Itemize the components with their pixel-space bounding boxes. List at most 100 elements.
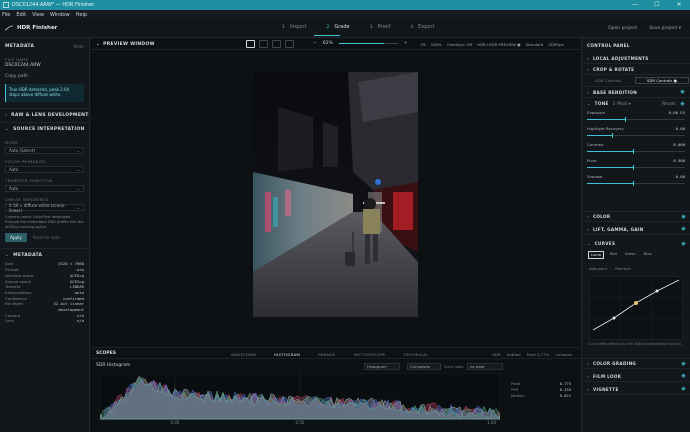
histogram-panel: SDR Histogram Histogram Composite Scale … <box>91 359 581 432</box>
slider-handle[interactable] <box>633 149 635 154</box>
curve-point[interactable] <box>655 289 659 293</box>
color-section[interactable]: › COLOR ◉ <box>582 211 690 222</box>
curve-point-selected[interactable] <box>634 301 638 305</box>
base-rendition-section[interactable]: › BASE RENDITION ◉ <box>582 87 690 98</box>
zoom-slider[interactable] <box>338 43 398 44</box>
hide-button[interactable]: Hide <box>74 44 84 49</box>
menu-view[interactable]: View <box>32 12 44 18</box>
slider-highlight-recovery[interactable]: Highlight Recovery 0.00 <box>582 126 690 138</box>
menu-file[interactable]: File <box>2 12 10 18</box>
color-grading-section[interactable]: › COLOR GRADING ◉ <box>582 358 690 369</box>
visibility-icon[interactable]: ◉ <box>680 101 685 107</box>
mode-select[interactable]: Histogram <box>364 363 400 370</box>
collapse-button[interactable]: Collapse <box>555 352 572 357</box>
side-by-side-icon[interactable] <box>272 40 281 48</box>
visibility-icon[interactable]: ◉ <box>681 386 686 392</box>
slider-shadow[interactable]: Shadow 0.00 <box>582 174 690 186</box>
crop-rotate-section[interactable]: › CROP & ROTATE <box>582 64 690 75</box>
chip-luma[interactable]: Luma <box>588 251 604 259</box>
slider-contrast[interactable]: Contrast 0.000 <box>582 142 690 154</box>
visibility-icon[interactable]: ◉ <box>681 226 686 232</box>
layout-buttons <box>246 40 298 48</box>
visibility-icon[interactable]: ◉ <box>681 214 686 220</box>
remove-point-button[interactable]: Remove <box>615 266 630 271</box>
slider-exposure[interactable]: Exposure 0.00 EV <box>582 110 690 122</box>
fit-100-button[interactable]: 100% <box>431 42 442 47</box>
metadata-section[interactable]: ⌄ METADATA <box>0 249 89 261</box>
chip-blue[interactable]: Blue <box>642 251 654 259</box>
tab-export[interactable]: 4 Export <box>410 24 434 30</box>
tab-histogram[interactable]: HISTOGRAM <box>274 352 300 357</box>
tone-reset-button[interactable]: Reset <box>662 101 675 106</box>
local-adjustments-section[interactable]: › LOCAL ADJUSTMENTS <box>582 53 690 64</box>
slider-pivot[interactable]: Pivot 0.500 <box>582 158 690 170</box>
tab-technical[interactable]: TECHNICAL <box>404 352 429 357</box>
visibility-icon[interactable]: ◉ <box>681 361 686 367</box>
slider-track[interactable] <box>587 149 685 154</box>
maximize-button[interactable]: ☐ <box>646 0 668 10</box>
sdr-toggle[interactable]: SDRSpx <box>548 42 563 47</box>
tab-vectorscope[interactable]: VECTORSCOPE <box>353 352 385 357</box>
zoom-out-button[interactable]: − <box>313 41 317 46</box>
preview-image[interactable] <box>253 72 418 317</box>
scale-select[interactable]: no data <box>467 363 503 370</box>
transfer-select[interactable]: Auto ⌄ <box>5 185 84 192</box>
close-button[interactable]: ✕ <box>668 0 690 10</box>
curve-editor[interactable] <box>589 276 683 340</box>
tab-import[interactable]: 1 Import <box>282 24 306 30</box>
apply-button[interactable]: Apply <box>5 233 27 243</box>
tab-grade[interactable]: 2 Grade <box>326 24 349 30</box>
split-view-icon[interactable] <box>259 40 268 48</box>
tab-hdr-controls[interactable]: HDR Controls <box>582 78 634 83</box>
overlays-toggle[interactable]: Overlays: Off <box>447 42 472 47</box>
menu-edit[interactable]: Edit <box>16 12 26 18</box>
linear-reference-select[interactable]: 0.18 = diffuse white (scene-linear) ⌄ <box>5 203 84 213</box>
vignette-section[interactable]: › VIGNETTE ◉ <box>582 384 690 395</box>
slider-track[interactable] <box>587 117 685 122</box>
reset-to-auto-button[interactable]: Reset to auto <box>33 235 60 240</box>
menu-help[interactable]: Help <box>76 12 87 18</box>
chip-red[interactable]: Red <box>608 251 619 259</box>
copy-path-button[interactable]: Copy path <box>0 74 89 79</box>
slider-handle[interactable] <box>625 117 627 122</box>
curve-point[interactable] <box>612 316 616 320</box>
slider-handle[interactable] <box>633 181 635 186</box>
panel-title: CONTROL PANEL <box>587 43 630 48</box>
curves-section[interactable]: ⌄ CURVES ◉ <box>582 238 690 249</box>
save-project-button[interactable]: Save project ▾ <box>649 26 681 31</box>
visibility-icon[interactable]: ◉ <box>680 89 685 95</box>
tab-waveform[interactable]: WAVEFORM <box>231 352 256 357</box>
minimize-button[interactable]: — <box>624 0 646 10</box>
slider-track[interactable] <box>587 181 685 186</box>
chip-green[interactable]: Green <box>623 251 638 259</box>
preview-toolbar: ⌄ PREVIEW WINDOW − 62% + Fit 100% Overlay… <box>91 38 581 50</box>
lift-gamma-gain-section[interactable]: › LIFT, GAMMA, GAIN ◉ <box>582 224 690 235</box>
fit-button[interactable]: Fit <box>421 42 426 47</box>
compare-view-icon[interactable] <box>285 40 294 48</box>
film-look-section[interactable]: › FILM LOOK ◉ <box>582 371 690 382</box>
tab-parade[interactable]: PARADE <box>318 352 335 357</box>
mode-select[interactable]: Auto (Select) ⌄ <box>5 147 84 154</box>
tone-mode-select[interactable]: 1 Mod ▾ <box>613 101 631 106</box>
primaries-select[interactable]: Auto ⌄ <box>5 166 84 173</box>
channel-select[interactable]: Composite <box>407 363 441 370</box>
visibility-icon[interactable]: ◉ <box>681 241 686 247</box>
slider-track[interactable] <box>587 165 685 170</box>
source-interpretation-section[interactable]: ⌄ SOURCE INTERPRETATION <box>0 123 89 135</box>
slider-handle[interactable] <box>633 165 635 170</box>
single-view-icon[interactable] <box>246 40 255 48</box>
visibility-icon[interactable]: ◉ <box>681 373 686 379</box>
add-point-button[interactable]: Add point <box>589 266 607 271</box>
tab-sdr-controls[interactable]: SDR Controls ● <box>635 77 689 84</box>
tab-proof[interactable]: 3 Proof <box>370 24 391 30</box>
slider-handle[interactable] <box>611 133 613 138</box>
slider-track[interactable] <box>587 133 685 138</box>
menu-window[interactable]: Window <box>50 12 70 18</box>
standard-toggle[interactable]: Standard <box>526 42 544 47</box>
hdr-preview-state[interactable]: HDR+SDR PREVIEW ● <box>477 42 521 47</box>
app-toolbar: HDR Finisher 1 Import 2 Grade 3 Proof 4 Expo… <box>0 19 690 38</box>
raw-lens-section[interactable]: › RAW & LENS DEVELOPMENT <box>0 109 89 121</box>
open-project-button[interactable]: Open project <box>608 26 637 31</box>
tone-section[interactable]: ⌄ TONE 1 Mod ▾ Reset ◉ <box>582 98 690 109</box>
zoom-in-button[interactable]: + <box>404 41 408 46</box>
